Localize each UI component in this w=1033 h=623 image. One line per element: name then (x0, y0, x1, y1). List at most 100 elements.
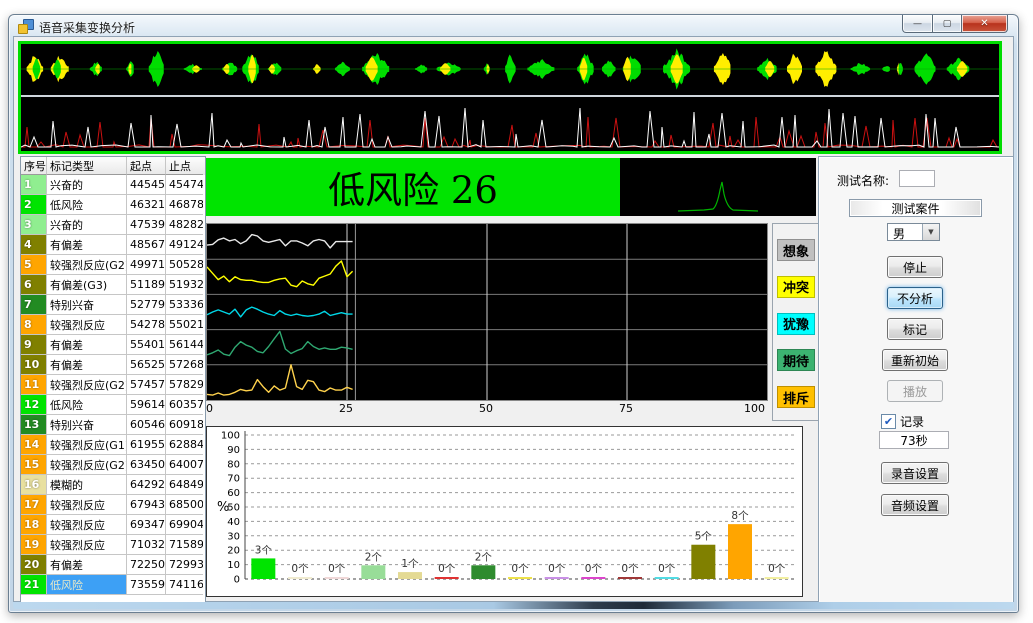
table-row[interactable]: 3兴奋的4753948282 (21, 215, 205, 235)
record-checkbox[interactable]: ✔ (881, 414, 896, 429)
end-cell[interactable]: 60918 (166, 415, 203, 435)
record-checkbox-row[interactable]: ✔ 记录 (881, 413, 924, 430)
start-cell[interactable]: 63450 (127, 455, 166, 475)
end-cell[interactable]: 48282 (166, 215, 203, 235)
table-row[interactable]: 20有偏差7225072993 (21, 555, 205, 575)
mark-type-cell[interactable]: 较强烈反应 (47, 495, 127, 515)
titlebar[interactable]: 语音采集变换分析 — ▢ ✕ (9, 15, 1018, 36)
mark-type-cell[interactable]: 有偏差 (47, 555, 127, 575)
table-row[interactable]: 15较强烈反应(G2)6345064007 (21, 455, 205, 475)
row-number-cell[interactable]: 19 (21, 535, 47, 555)
test-case-field[interactable]: 测试案件 (849, 199, 982, 217)
row-number-cell[interactable]: 4 (21, 235, 47, 255)
mark-type-cell[interactable]: 较强烈反应 (47, 315, 127, 335)
row-number-cell[interactable]: 2 (21, 195, 47, 215)
row-number-cell[interactable]: 18 (21, 515, 47, 535)
close-button[interactable]: ✕ (961, 15, 1008, 33)
column-header[interactable]: 标记类型 (47, 157, 127, 175)
end-cell[interactable]: 51932 (166, 275, 203, 295)
start-cell[interactable]: 71032 (127, 535, 166, 555)
table-row[interactable]: 13特别兴奋6054660918 (21, 415, 205, 435)
end-cell[interactable]: 56144 (166, 335, 203, 355)
end-cell[interactable]: 71589 (166, 535, 203, 555)
start-cell[interactable]: 49971 (127, 255, 166, 275)
mark-type-cell[interactable]: 较强烈反应(G2) (47, 375, 127, 395)
table-row[interactable]: 9有偏差5540156144 (21, 335, 205, 355)
row-number-cell[interactable]: 11 (21, 375, 47, 395)
start-cell[interactable]: 46321 (127, 195, 166, 215)
end-cell[interactable]: 50528 (166, 255, 203, 275)
row-number-cell[interactable]: 7 (21, 295, 47, 315)
table-row[interactable]: 7特别兴奋5277953336 (21, 295, 205, 315)
column-header[interactable]: 序号 (21, 157, 47, 175)
table-row[interactable]: 19较强烈反应7103271589 (21, 535, 205, 555)
row-number-cell[interactable]: 12 (21, 395, 47, 415)
duration-field[interactable]: 73秒 (879, 431, 949, 449)
start-cell[interactable]: 67943 (127, 495, 166, 515)
row-number-cell[interactable]: 10 (21, 355, 47, 375)
table-row[interactable]: 4有偏差4856749124 (21, 235, 205, 255)
end-cell[interactable]: 49124 (166, 235, 203, 255)
end-cell[interactable]: 55021 (166, 315, 203, 335)
start-cell[interactable]: 51189 (127, 275, 166, 295)
mark-type-cell[interactable]: 较强烈反应 (47, 535, 127, 555)
no-analyze-button[interactable]: 不分析 (887, 287, 943, 309)
mark-type-cell[interactable]: 较强烈反应(G2) (47, 455, 127, 475)
start-cell[interactable]: 61955 (127, 435, 166, 455)
end-cell[interactable]: 64007 (166, 455, 203, 475)
start-cell[interactable]: 44545 (127, 175, 166, 195)
mark-type-cell[interactable]: 兴奋的 (47, 175, 127, 195)
end-cell[interactable]: 57829 (166, 375, 203, 395)
start-cell[interactable]: 69347 (127, 515, 166, 535)
table-row[interactable]: 21低风险7355974116 (21, 575, 205, 595)
row-number-cell[interactable]: 20 (21, 555, 47, 575)
start-cell[interactable]: 72250 (127, 555, 166, 575)
end-cell[interactable]: 74116 (166, 575, 203, 595)
start-cell[interactable]: 52779 (127, 295, 166, 315)
start-cell[interactable]: 57457 (127, 375, 166, 395)
end-cell[interactable]: 64849 (166, 475, 203, 495)
end-cell[interactable]: 62884 (166, 435, 203, 455)
row-number-cell[interactable]: 17 (21, 495, 47, 515)
mark-type-cell[interactable]: 模糊的 (47, 475, 127, 495)
start-cell[interactable]: 54278 (127, 315, 166, 335)
end-cell[interactable]: 68500 (166, 495, 203, 515)
mark-type-cell[interactable]: 较强烈反应 (47, 515, 127, 535)
start-cell[interactable]: 73559 (127, 575, 166, 595)
gender-select[interactable]: 男 ▼ (887, 223, 940, 241)
mark-type-cell[interactable]: 较强烈反应(G2)(G3 (47, 255, 127, 275)
mark-type-cell[interactable]: 兴奋的 (47, 215, 127, 235)
table-row[interactable]: 14较强烈反应(G1)(G26195562884 (21, 435, 205, 455)
end-cell[interactable]: 57268 (166, 355, 203, 375)
table-row[interactable]: 8较强烈反应5427855021 (21, 315, 205, 335)
row-number-cell[interactable]: 14 (21, 435, 47, 455)
row-number-cell[interactable]: 6 (21, 275, 47, 295)
mark-type-cell[interactable]: 特别兴奋 (47, 415, 127, 435)
table-row[interactable]: 10有偏差5652557268 (21, 355, 205, 375)
table-row[interactable]: 5较强烈反应(G2)(G34997150528 (21, 255, 205, 275)
stop-button[interactable]: 停止 (887, 256, 943, 278)
start-cell[interactable]: 56525 (127, 355, 166, 375)
mark-type-cell[interactable]: 特别兴奋 (47, 295, 127, 315)
mark-type-cell[interactable]: 有偏差 (47, 355, 127, 375)
start-cell[interactable]: 55401 (127, 335, 166, 355)
end-cell[interactable]: 53336 (166, 295, 203, 315)
mark-type-cell[interactable]: 有偏差(G3) (47, 275, 127, 295)
row-number-cell[interactable]: 13 (21, 415, 47, 435)
mark-button[interactable]: 标记 (887, 318, 943, 340)
chevron-down-icon[interactable]: ▼ (922, 224, 939, 240)
row-number-cell[interactable]: 16 (21, 475, 47, 495)
column-header[interactable]: 止点 (166, 157, 203, 175)
end-cell[interactable]: 69904 (166, 515, 203, 535)
record-settings-button[interactable]: 录音设置 (881, 462, 949, 484)
mark-type-cell[interactable]: 低风险 (47, 195, 127, 215)
row-number-cell[interactable]: 15 (21, 455, 47, 475)
reinit-button[interactable]: 重新初始 (882, 349, 948, 371)
table-row[interactable]: 16模糊的6429264849 (21, 475, 205, 495)
start-cell[interactable]: 48567 (127, 235, 166, 255)
table-row[interactable]: 12低风险5961460357 (21, 395, 205, 415)
start-cell[interactable]: 59614 (127, 395, 166, 415)
row-number-cell[interactable]: 21 (21, 575, 47, 595)
audio-settings-button[interactable]: 音频设置 (881, 494, 949, 516)
mark-type-cell[interactable]: 有偏差 (47, 235, 127, 255)
